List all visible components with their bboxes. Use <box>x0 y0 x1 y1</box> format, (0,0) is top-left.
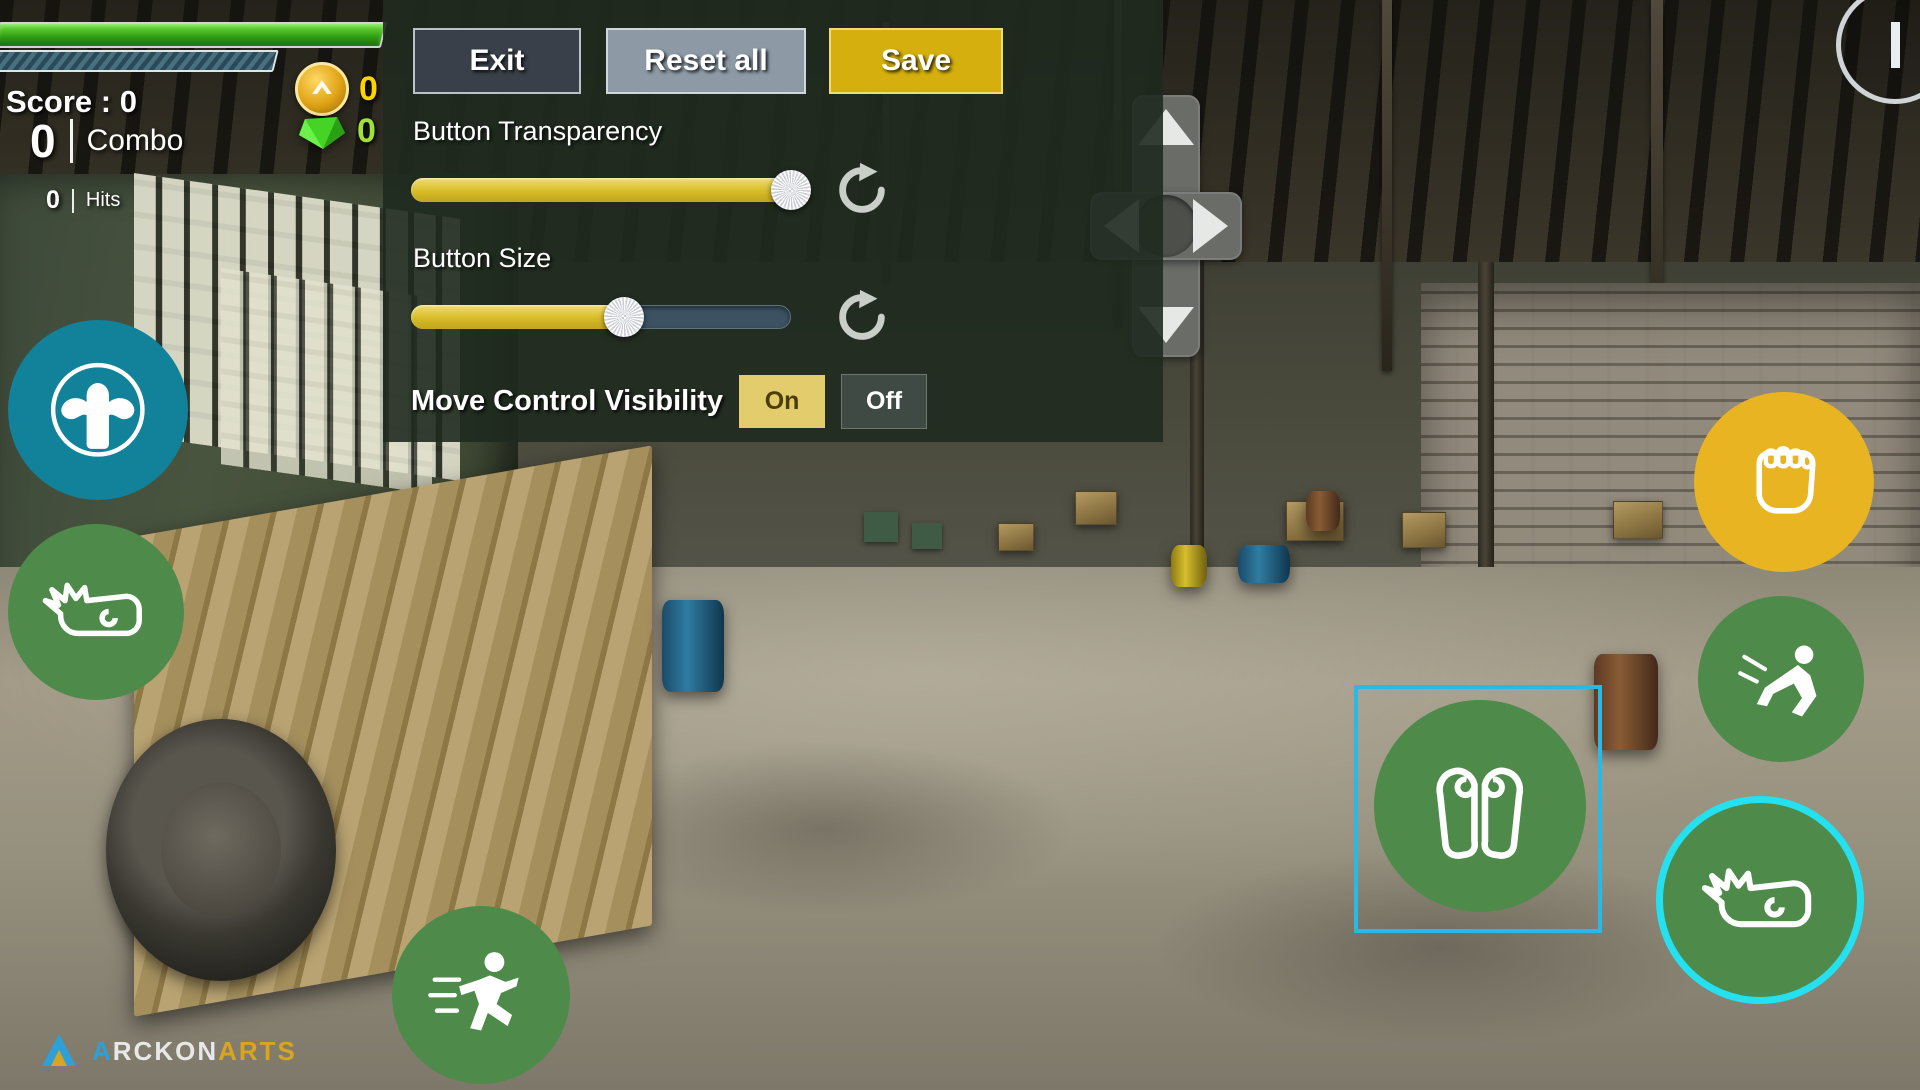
slider-thumb[interactable] <box>771 170 811 210</box>
control-settings-panel: Exit Reset all Save Button Transparency … <box>383 0 1163 442</box>
support-pillar <box>1478 261 1495 567</box>
gem-count: 0 <box>357 112 376 150</box>
roof-beam <box>1382 0 1393 371</box>
rust-barrel <box>1593 654 1658 750</box>
fist-punch-icon <box>1701 868 1812 928</box>
chair-prop <box>912 523 942 550</box>
blue-barrel <box>662 599 725 692</box>
button-transparency-row <box>383 147 1163 221</box>
panel-action-buttons: Exit Reset all Save <box>383 16 1163 94</box>
gem-counter: 0 <box>295 112 376 151</box>
action-button-punch-right[interactable] <box>1656 796 1864 1004</box>
flex-muscle-icon <box>51 363 145 457</box>
score-text: Score : 0 <box>6 84 137 119</box>
divider <box>71 188 74 213</box>
action-button-kick[interactable] <box>1694 392 1874 572</box>
stamina-bar <box>0 50 279 72</box>
combo-value: 0 <box>30 115 56 167</box>
action-button-punch-left[interactable] <box>8 524 184 700</box>
pause-icon <box>1890 22 1900 68</box>
reset-all-button[interactable]: Reset all <box>606 28 806 94</box>
reset-icon <box>839 162 885 213</box>
studio-logo: ARCKONARTS <box>36 1028 297 1074</box>
action-button-run[interactable] <box>392 906 570 1084</box>
hits-label: Hits <box>85 189 121 211</box>
slider-thumb[interactable] <box>603 297 644 337</box>
guard-arms-icon <box>1436 767 1524 860</box>
action-button-block[interactable] <box>1374 700 1586 912</box>
slider-fill <box>411 178 791 202</box>
gem-icon <box>295 113 347 151</box>
fist-punch-icon <box>43 583 143 637</box>
button-transparency-slider[interactable] <box>411 170 811 210</box>
reset-transparency-button[interactable] <box>831 159 893 221</box>
exit-button[interactable]: Exit <box>413 28 581 94</box>
coin-icon <box>295 62 349 116</box>
move-control-visibility-row: Move Control Visibility On Off <box>383 348 1163 429</box>
reset-size-button[interactable] <box>831 286 893 348</box>
crate <box>1612 501 1663 540</box>
button-size-slider[interactable] <box>411 297 791 337</box>
tire-prop <box>105 719 336 981</box>
dpad-right-icon[interactable] <box>1193 199 1228 253</box>
divider <box>69 119 73 163</box>
health-bar-fill <box>0 24 385 46</box>
coin-count: 0 <box>359 69 378 108</box>
button-size-row <box>383 274 1163 348</box>
crate <box>998 523 1035 552</box>
dive-attack-icon <box>1737 645 1816 717</box>
visibility-off-button[interactable]: Off <box>841 374 928 429</box>
foot-kick-icon <box>1756 446 1816 514</box>
stamina-bar-fill <box>0 52 277 70</box>
yellow-barrel <box>1171 545 1208 587</box>
coin-counter: 0 <box>295 62 378 116</box>
combo-label: Combo <box>86 124 184 157</box>
button-size-label: Button Size <box>413 243 552 273</box>
crate <box>1075 490 1118 525</box>
crate <box>1401 512 1446 549</box>
visibility-on-button[interactable]: On <box>739 375 826 428</box>
logo-text-c: ARTS <box>218 1035 297 1066</box>
hits-value: 0 <box>46 186 60 214</box>
logo-text-b: RCKON <box>112 1035 219 1066</box>
blue-barrel <box>1238 545 1291 583</box>
hits-readout: 0 Hits <box>46 186 120 215</box>
rust-barrel <box>1305 490 1340 531</box>
running-man-icon <box>428 951 519 1031</box>
move-control-visibility-label: Move Control Visibility <box>411 385 724 417</box>
logo-mark-icon <box>42 1034 76 1066</box>
chair-prop <box>864 512 898 543</box>
slider-fill <box>411 305 624 329</box>
logo-text-a: A <box>92 1035 113 1066</box>
action-button-dive[interactable] <box>1698 596 1864 762</box>
health-bar <box>0 22 388 48</box>
combo-readout: 0 Combo <box>30 118 183 164</box>
save-button[interactable]: Save <box>829 28 1003 94</box>
reset-icon <box>839 289 885 340</box>
button-transparency-label: Button Transparency <box>413 116 663 146</box>
action-button-power-flex[interactable] <box>8 320 188 500</box>
